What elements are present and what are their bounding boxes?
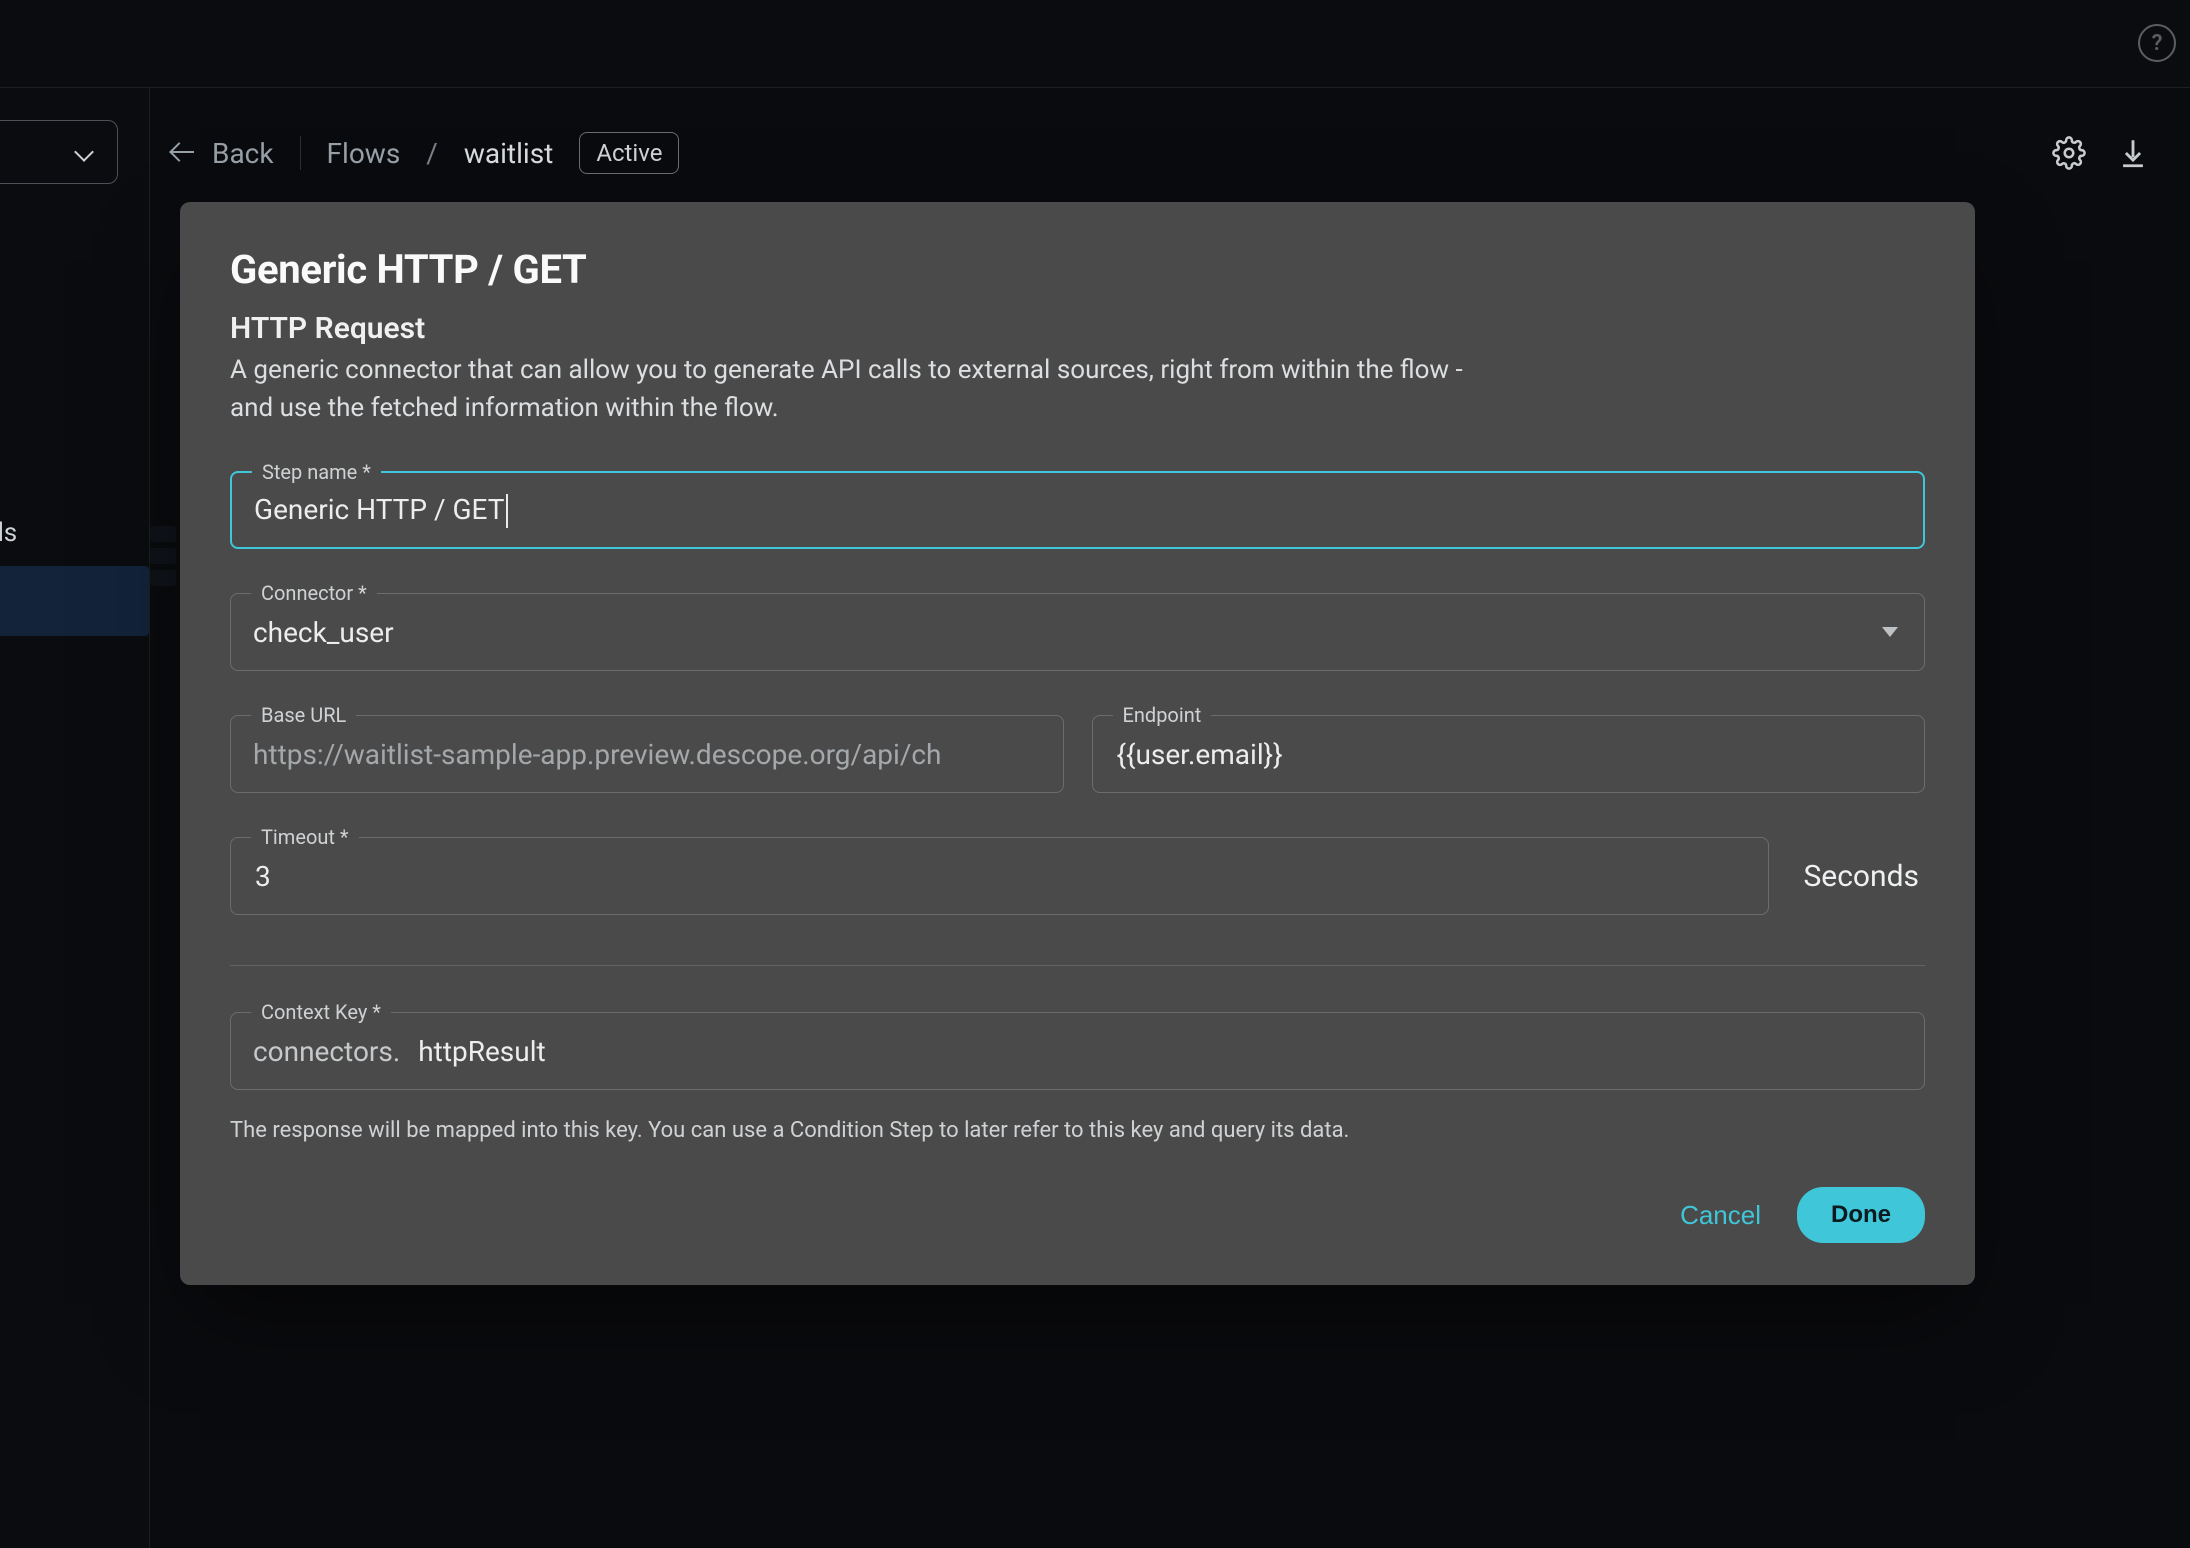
- context-key-field[interactable]: Context Key * connectors.: [230, 1012, 1925, 1090]
- sidebar-item-label-truncated: hods: [0, 518, 17, 548]
- step-name-value: Generic HTTP / GET: [254, 493, 1901, 529]
- download-icon[interactable]: [2116, 136, 2150, 170]
- http-connector-modal: Generic HTTP / GET HTTP Request A generi…: [180, 202, 1975, 1285]
- header-actions: [2052, 136, 2150, 170]
- base-url-placeholder: https://waitlist-sample-app.preview.desc…: [253, 738, 941, 771]
- help-symbol: ?: [2152, 31, 2163, 56]
- step-name-label: Step name *: [252, 460, 381, 484]
- modal-subtitle: HTTP Request: [230, 311, 1925, 346]
- timeout-row: Timeout * Seconds: [230, 837, 1925, 915]
- text-caret: [506, 494, 508, 528]
- timeout-field[interactable]: Timeout *: [230, 837, 1769, 915]
- breadcrumb-separator: /: [426, 137, 438, 170]
- connector-label: Connector *: [251, 581, 377, 605]
- modal-actions: Cancel Done: [230, 1187, 1925, 1243]
- divider-vertical: [300, 136, 301, 170]
- sidebar-item-active[interactable]: [0, 566, 149, 636]
- endpoint-field[interactable]: Endpoint: [1092, 715, 1926, 793]
- gear-icon[interactable]: [2052, 136, 2086, 170]
- page-header: Back Flows / waitlist Active: [170, 118, 2150, 188]
- help-icon[interactable]: ?: [2138, 24, 2176, 62]
- connector-select[interactable]: Connector * check_user: [230, 593, 1925, 671]
- modal-form: Step name * Generic HTTP / GET Connector…: [230, 471, 1925, 1143]
- context-key-helper: The response will be mapped into this ke…: [230, 1118, 1925, 1143]
- status-badge: Active: [579, 132, 679, 174]
- modal-title: Generic HTTP / GET: [230, 246, 1925, 293]
- done-button[interactable]: Done: [1797, 1187, 1925, 1243]
- back-button[interactable]: Back: [170, 137, 274, 170]
- dropdown-caret-icon: [1882, 627, 1898, 637]
- base-url-field[interactable]: Base URL https://waitlist-sample-app.pre…: [230, 715, 1064, 793]
- context-key-label: Context Key *: [251, 1000, 391, 1024]
- base-url-label: Base URL: [251, 703, 356, 727]
- canvas-node-peek: [150, 520, 178, 590]
- form-divider: [230, 965, 1925, 966]
- timeout-unit: Seconds: [1797, 859, 1925, 894]
- breadcrumb-root[interactable]: Flows: [327, 137, 401, 170]
- arrow-left-icon: [170, 139, 198, 167]
- cancel-button[interactable]: Cancel: [1674, 1190, 1767, 1241]
- endpoint-input[interactable]: [1115, 737, 1903, 772]
- url-row: Base URL https://waitlist-sample-app.pre…: [230, 715, 1925, 793]
- sidebar: hods: [0, 88, 150, 1548]
- step-name-field[interactable]: Step name * Generic HTTP / GET: [230, 471, 1925, 549]
- timeout-input[interactable]: [253, 859, 1746, 894]
- context-key-prefix: connectors.: [253, 1035, 400, 1068]
- endpoint-label: Endpoint: [1113, 703, 1212, 727]
- timeout-label: Timeout *: [251, 825, 359, 849]
- top-bar: ?: [0, 0, 2190, 88]
- project-select[interactable]: [0, 120, 118, 184]
- breadcrumb-current: waitlist: [464, 137, 553, 170]
- connector-value: check_user: [253, 616, 1882, 649]
- context-key-input[interactable]: [416, 1034, 1902, 1069]
- back-label: Back: [212, 137, 274, 170]
- chevron-down-icon: [73, 141, 95, 163]
- modal-description: A generic connector that can allow you t…: [230, 352, 1470, 427]
